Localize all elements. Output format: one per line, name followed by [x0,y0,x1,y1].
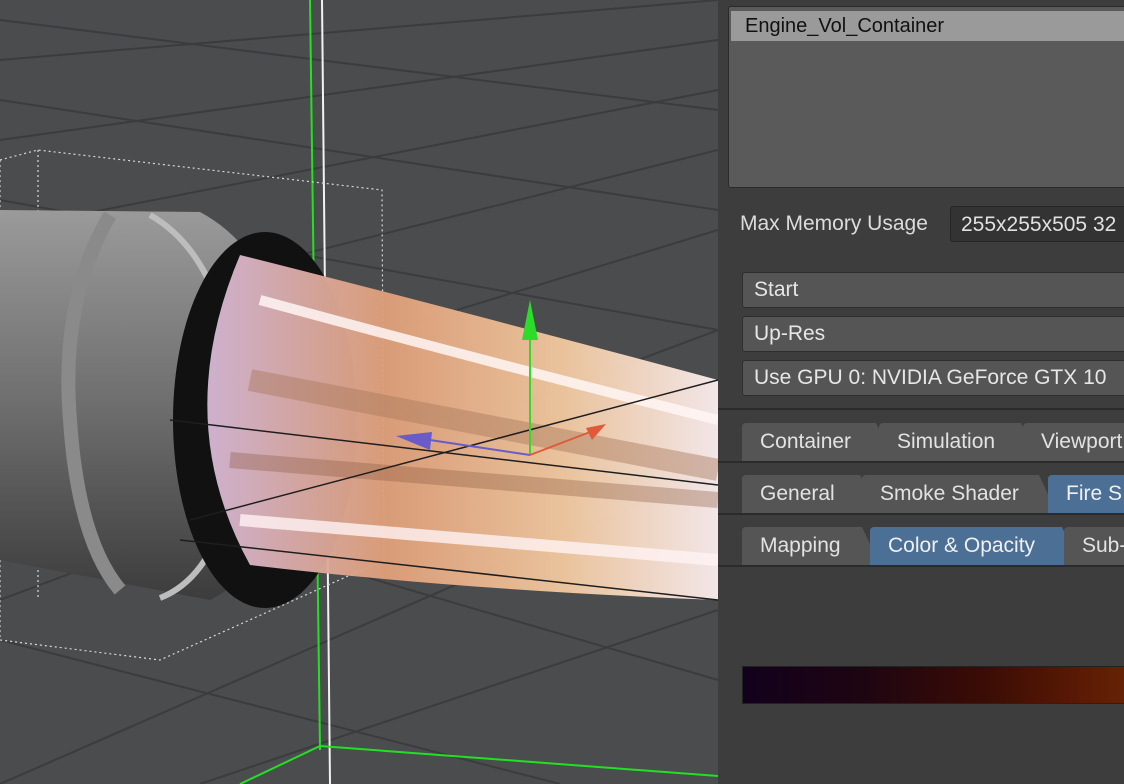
sub-tab-row: Mapping Color & Opacity Sub- [742,527,1124,567]
tab-fire-shader[interactable]: Fire S [1048,475,1124,513]
3d-viewport[interactable] [0,0,718,784]
tab-smoke-shader[interactable]: Smoke Shader [862,475,1057,513]
separator [718,461,1124,463]
shader-tab-row: General Smoke Shader Fire S [742,475,1124,515]
tab-viewport[interactable]: Viewport [1023,423,1124,461]
max-memory-label: Max Memory Usage [740,212,928,235]
tab-mapping[interactable]: Mapping [742,527,880,565]
separator [718,565,1124,567]
start-button[interactable]: Start [742,272,1124,308]
properties-panel: Engine_Vol_Container Max Memory Usage 25… [718,0,1124,784]
tab-simulation[interactable]: Simulation [879,423,1039,461]
object-list[interactable]: Engine_Vol_Container [728,6,1124,188]
tab-container[interactable]: Container [742,423,894,461]
up-res-button[interactable]: Up-Res [742,316,1124,352]
ground-axis-line [239,744,718,784]
color-gradient-ramp[interactable] [742,666,1124,704]
main-tab-row: Container Simulation Viewport [742,423,1124,463]
list-item-selected[interactable]: Engine_Vol_Container [731,11,1124,41]
viewport-scene [0,0,718,784]
fire-volume [207,255,718,600]
tab-general[interactable]: General [742,475,878,513]
separator [718,408,1124,410]
separator [718,513,1124,515]
tab-sub[interactable]: Sub- [1064,527,1124,565]
use-gpu-button[interactable]: Use GPU 0: NVIDIA GeForce GTX 10 [742,360,1124,396]
tab-color-opacity[interactable]: Color & Opacity [870,527,1080,565]
max-memory-field[interactable]: 255x255x505 32 [950,206,1124,242]
